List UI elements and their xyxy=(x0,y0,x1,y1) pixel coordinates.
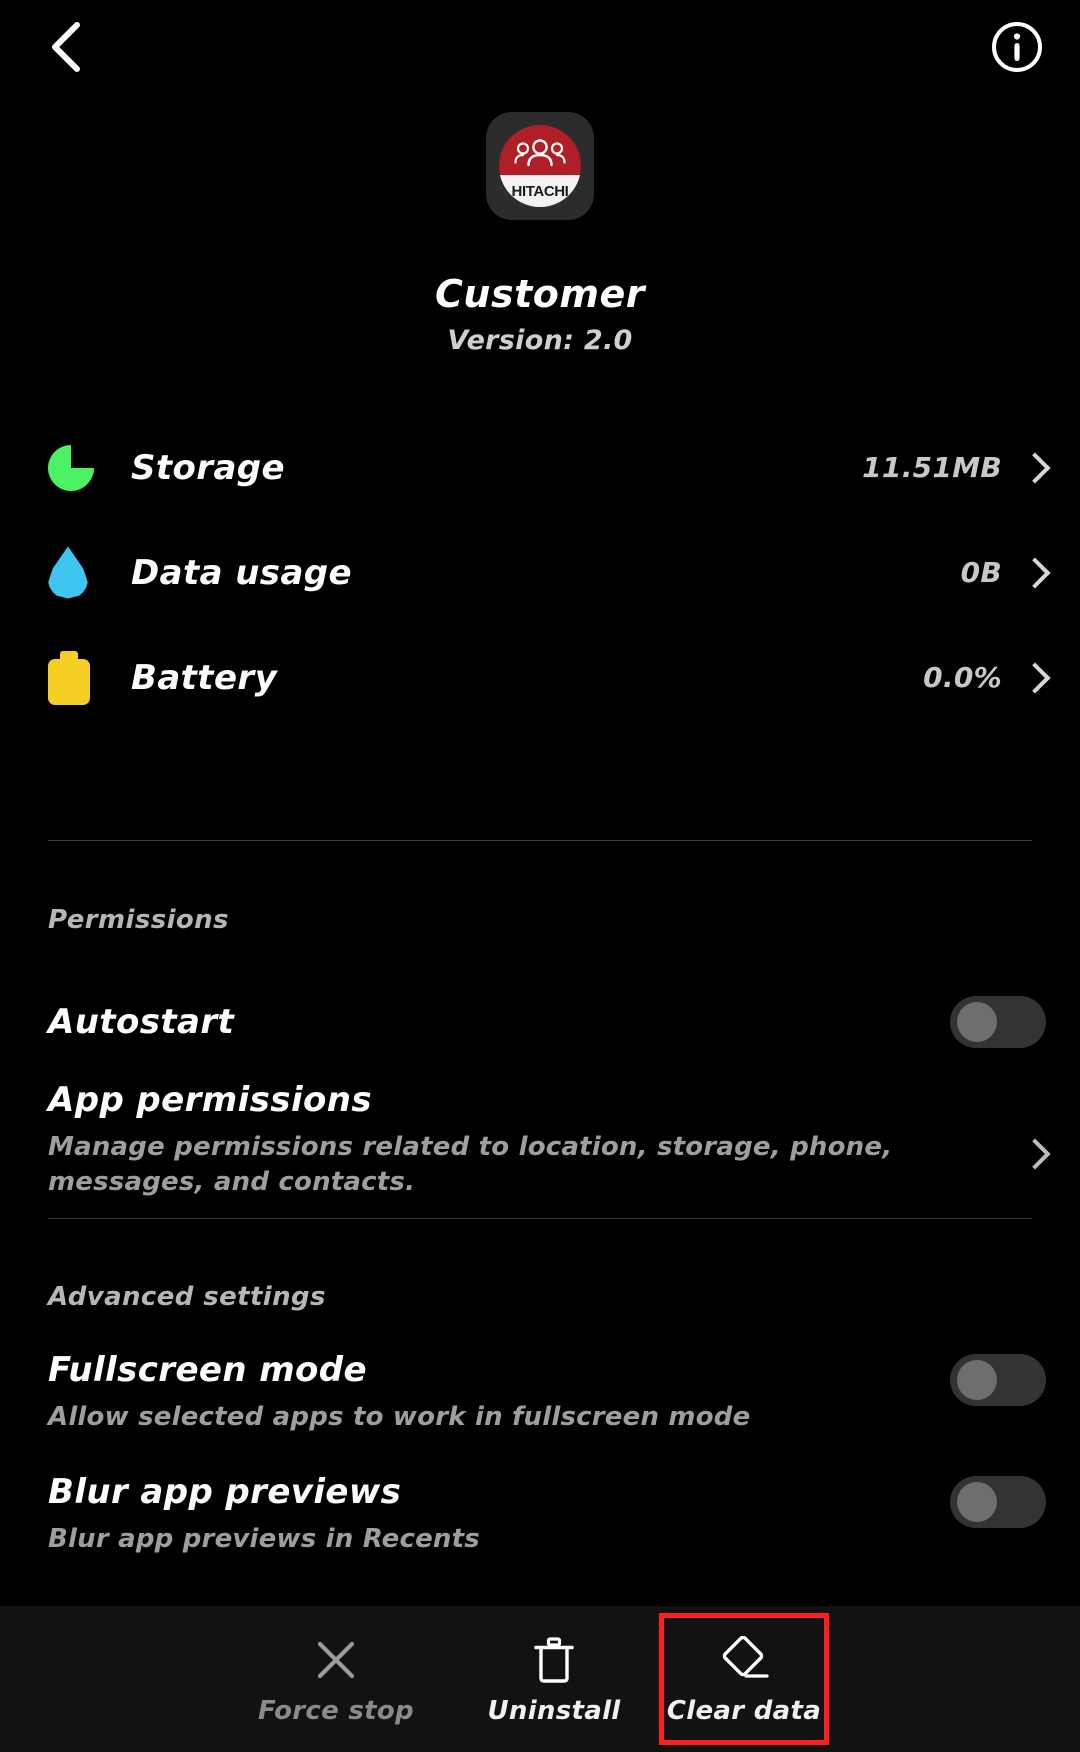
water-drop-icon xyxy=(48,546,106,599)
chevron-right-icon xyxy=(1019,556,1051,589)
eraser-icon xyxy=(719,1632,769,1688)
divider-advanced xyxy=(48,1218,1032,1219)
clear-data-button[interactable]: Clear data xyxy=(659,1613,829,1745)
info-label-battery: Battery xyxy=(131,657,278,698)
row-fullscreen-mode[interactable]: Fullscreen mode Allow selected apps to w… xyxy=(0,1350,1080,1435)
blur-app-previews-title: Blur app previews xyxy=(48,1472,402,1512)
info-value-battery: 0.0% xyxy=(923,661,1002,694)
back-button[interactable] xyxy=(34,14,100,80)
top-bar xyxy=(0,0,1080,100)
clear-data-label: Clear data xyxy=(666,1696,822,1726)
section-header-advanced: Advanced settings xyxy=(48,1282,326,1312)
info-row-data-usage[interactable]: Data usage 0B xyxy=(0,520,1080,625)
info-row-battery[interactable]: Battery 0.0% xyxy=(0,625,1080,730)
app-icon-brand-band: HITACHI xyxy=(499,175,581,207)
info-circle-icon xyxy=(992,22,1042,72)
fullscreen-mode-description: Allow selected apps to work in fullscree… xyxy=(48,1402,751,1432)
chevron-left-icon xyxy=(52,22,80,72)
battery-icon xyxy=(48,650,106,705)
trash-icon xyxy=(532,1632,576,1688)
app-title: Customer xyxy=(435,272,645,316)
app-header: HITACHI Customer Version: 2.0 xyxy=(0,112,1080,356)
chevron-right-icon xyxy=(1019,451,1051,484)
people-icon xyxy=(514,139,566,167)
autostart-title: Autostart xyxy=(48,1002,235,1042)
uninstall-label: Uninstall xyxy=(487,1696,621,1726)
row-autostart[interactable]: Autostart xyxy=(0,980,1080,1064)
blur-app-previews-description: Blur app previews in Recents xyxy=(48,1524,480,1554)
info-label-data-usage: Data usage xyxy=(131,552,352,593)
app-info-rows: Storage 11.51MB Data usage 0B Battery 0.… xyxy=(0,415,1080,730)
force-stop-button[interactable]: Force stop xyxy=(256,1618,416,1740)
info-value-storage: 11.51MB xyxy=(862,451,1002,484)
info-label-storage: Storage xyxy=(131,447,286,488)
autostart-text: Autostart xyxy=(48,1002,950,1042)
force-stop-label: Force stop xyxy=(258,1696,414,1726)
chevron-right-icon xyxy=(1019,1138,1051,1170)
fullscreen-mode-toggle[interactable] xyxy=(950,1354,1046,1406)
info-value-data-usage: 0B xyxy=(960,556,1002,589)
blur-app-previews-toggle-knob xyxy=(957,1482,997,1522)
app-permissions-title: App permissions xyxy=(48,1080,373,1120)
app-icon-brand-text: HITACHI xyxy=(511,182,569,200)
fullscreen-mode-title: Fullscreen mode xyxy=(48,1350,367,1390)
bottom-action-bar: Force stop Uninstall Clear data xyxy=(0,1606,1080,1752)
fullscreen-mode-text: Fullscreen mode Allow selected apps to w… xyxy=(48,1350,950,1435)
app-info-button[interactable] xyxy=(986,16,1048,78)
app-icon-circle: HITACHI xyxy=(499,125,581,207)
app-permissions-description: Manage permissions related to location, … xyxy=(48,1132,893,1197)
uninstall-button[interactable]: Uninstall xyxy=(474,1618,634,1740)
pie-chart-icon xyxy=(48,444,106,491)
divider-permissions xyxy=(48,840,1032,841)
info-row-storage[interactable]: Storage 11.51MB xyxy=(0,415,1080,520)
app-permissions-text: App permissions Manage permissions relat… xyxy=(48,1080,1024,1199)
app-version: Version: 2.0 xyxy=(447,325,633,356)
autostart-toggle-knob xyxy=(957,1002,997,1042)
chevron-right-icon xyxy=(1019,661,1051,694)
row-blur-app-previews[interactable]: Blur app previews Blur app previews in R… xyxy=(0,1472,1080,1557)
fullscreen-mode-toggle-knob xyxy=(957,1360,997,1400)
app-icon-hitachi-customer: HITACHI xyxy=(486,112,594,220)
section-header-permissions: Permissions xyxy=(48,905,229,935)
row-app-permissions[interactable]: App permissions Manage permissions relat… xyxy=(0,1080,1080,1199)
blur-app-previews-text: Blur app previews Blur app previews in R… xyxy=(48,1472,950,1557)
close-x-icon xyxy=(313,1632,359,1688)
autostart-toggle[interactable] xyxy=(950,996,1046,1048)
blur-app-previews-toggle[interactable] xyxy=(950,1476,1046,1528)
